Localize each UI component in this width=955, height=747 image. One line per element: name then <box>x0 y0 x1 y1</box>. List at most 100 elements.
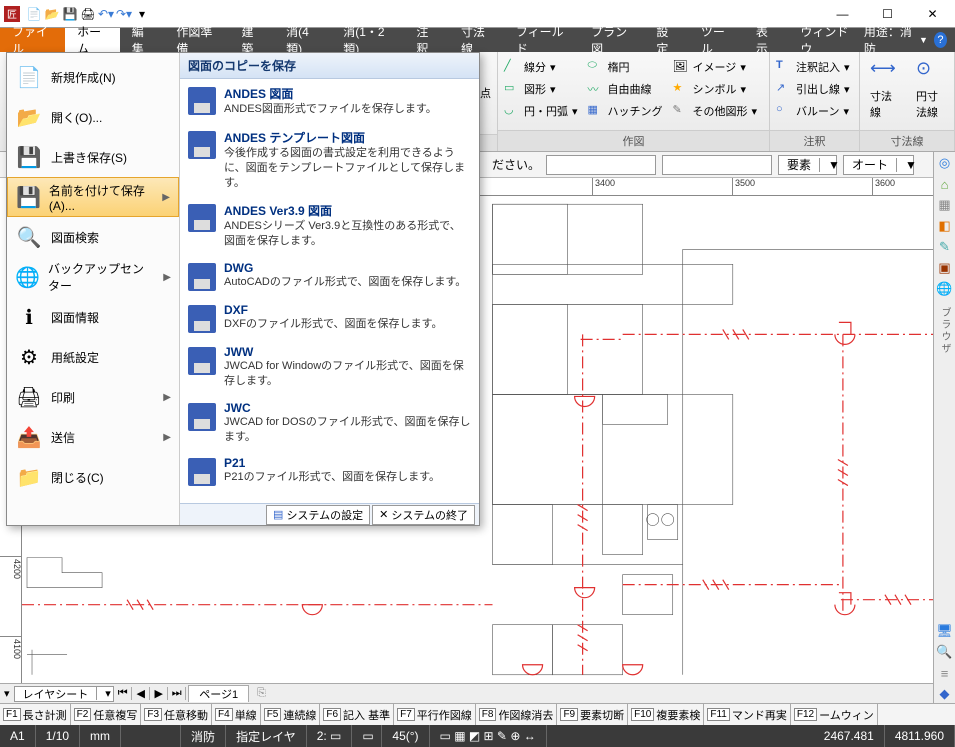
qat-print-icon[interactable]: 🖨 <box>80 6 96 22</box>
rb-icon-6[interactable]: ▣ <box>936 259 954 277</box>
tab-arch[interactable]: 建築 <box>230 28 275 52</box>
rb-line[interactable]: 線分▾ <box>504 56 578 78</box>
rb-note[interactable]: 注釈記入▾ <box>776 56 850 78</box>
input-field-2[interactable] <box>662 155 772 175</box>
save-format-7[interactable]: P21P21のファイル形式で、図面を保存します。 <box>180 450 479 492</box>
tab-plan[interactable]: プラン図 <box>579 28 644 52</box>
rb-balloon[interactable]: バルーン▾ <box>776 100 850 122</box>
help-icon[interactable]: ? <box>934 32 947 48</box>
qat-open-icon[interactable]: 📂 <box>44 6 60 22</box>
rb-icon-4[interactable]: ◧ <box>936 217 954 235</box>
rb-leader[interactable]: 引出し線▾ <box>776 78 850 100</box>
layer-sheet-combo[interactable]: レイヤシート▾ <box>14 686 115 702</box>
qat-redo-icon[interactable]: ↷▾ <box>116 6 132 22</box>
rb-symbol[interactable]: シンボル▾ <box>673 78 758 100</box>
rb-ellipse[interactable]: 楕円 <box>588 56 663 78</box>
rb-icon-1[interactable]: ◎ <box>936 154 954 172</box>
tab-tools[interactable]: ツール <box>689 28 744 52</box>
fkey-F1[interactable]: F1長さ計測 <box>0 704 71 725</box>
tab-fire12[interactable]: 消(1・2類) <box>331 28 404 52</box>
rb-icon-b4[interactable]: ◆ <box>936 685 954 703</box>
page-tab[interactable]: ページ1 <box>188 685 249 702</box>
rb-image[interactable]: イメージ▾ <box>673 56 758 78</box>
tab-home[interactable]: ホーム <box>65 28 120 52</box>
qat-save-icon[interactable]: 💾 <box>62 6 78 22</box>
tab-window[interactable]: ウィンドウ <box>788 28 863 52</box>
file-menu-item-1[interactable]: 📂開く(O)... <box>7 97 179 137</box>
status-angle: 45(°) <box>382 725 429 747</box>
sheet-nav[interactable]: ⏮◀▶⏭ <box>114 687 186 700</box>
status-icons[interactable]: ▭ ▦ ◩ ⊞ ✎ ⊕ ↔ <box>430 725 547 747</box>
fkey-F7[interactable]: F7平行作図線 <box>394 704 476 725</box>
tab-annot[interactable]: 注釈 <box>404 28 449 52</box>
rb-icon-b1[interactable]: 🖥 <box>936 622 954 640</box>
file-menu-item-0[interactable]: 📄新規作成(N) <box>7 57 179 97</box>
tab-field[interactable]: フィールド <box>504 28 579 52</box>
file-menu-item-3[interactable]: 💾名前を付けて保存(A)...▶ <box>7 177 179 217</box>
fkey-F6[interactable]: F6記入 基準 <box>320 704 394 725</box>
save-format-5[interactable]: JWWJWCAD for Windowのファイル形式で、図面を保存します。 <box>180 339 479 395</box>
tab-dim[interactable]: 寸法線 <box>449 28 504 52</box>
status-val: 2: ▭ <box>307 725 353 747</box>
save-format-0[interactable]: ANDES 図面ANDES図面形式でファイルを保存します。 <box>180 79 479 123</box>
tab-prep[interactable]: 作図準備 <box>164 28 229 52</box>
save-format-4[interactable]: DXFDXFのファイル形式で、図面を保存します。 <box>180 297 479 339</box>
rb-freecurve[interactable]: 自由曲線 <box>588 78 663 100</box>
rb-dim[interactable]: 寸法線 <box>866 56 902 122</box>
qat-more-icon[interactable]: ▾ <box>134 6 150 22</box>
system-settings-button[interactable]: ▤システムの設定 <box>266 505 370 525</box>
file-menu-item-9[interactable]: 📤送信▶ <box>7 417 179 457</box>
rb-hatch[interactable]: ハッチング <box>588 100 663 122</box>
file-menu-item-8[interactable]: 🖨印刷▶ <box>7 377 179 417</box>
rb-icon-3[interactable]: ▦ <box>936 196 954 214</box>
disk-icon <box>188 458 216 486</box>
tab-fire4[interactable]: 消(4類) <box>274 28 331 52</box>
save-format-1[interactable]: ANDES テンプレート図面今後作成する図面の書式設定を利用できるように、図面を… <box>180 123 479 197</box>
file-menu-item-7[interactable]: ⚙用紙設定 <box>7 337 179 377</box>
panel-title-draw: 作図 <box>498 130 769 151</box>
save-format-3[interactable]: DWGAutoCADのファイル形式で、図面を保存します。 <box>180 255 479 297</box>
fkey-F12[interactable]: F12ームウィン <box>791 704 878 725</box>
qat-undo-icon[interactable]: ↶▾ <box>98 6 114 22</box>
rb-icon-b2[interactable]: 🔍 <box>936 643 954 661</box>
fkey-F11[interactable]: F11マンド再実 <box>704 704 791 725</box>
fkey-F3[interactable]: F3任意移動 <box>141 704 212 725</box>
tab-settings[interactable]: 設定 <box>644 28 689 52</box>
fkey-F4[interactable]: F4単線 <box>212 704 261 725</box>
tab-view[interactable]: 表示 <box>744 28 789 52</box>
file-menu-item-6[interactable]: ℹ図面情報 <box>7 297 179 337</box>
usage-dropdown-icon[interactable]: ▼ <box>919 35 928 45</box>
rb-icon-2[interactable]: ⌂ <box>936 175 954 193</box>
rb-icon-5[interactable]: ✎ <box>936 238 954 256</box>
disk-icon <box>188 87 216 115</box>
rb-icon-7[interactable]: 🌐 <box>936 280 954 298</box>
fkey-F2[interactable]: F2任意複写 <box>71 704 142 725</box>
function-key-bar: F1長さ計測F2任意複写F3任意移動F4単線F5連続線F6記入 基準F7平行作図… <box>0 703 955 725</box>
status-layer: 指定レイヤ <box>226 725 307 747</box>
fkey-F9[interactable]: F9要素切断 <box>557 704 628 725</box>
file-menu-item-4[interactable]: 🔍図面検索 <box>7 217 179 257</box>
rb-arcdim[interactable]: 円寸法線 <box>912 56 948 122</box>
prompt-text: ださい。 <box>492 156 540 173</box>
tab-file[interactable]: ファイル <box>0 28 65 52</box>
file-menu-item-10[interactable]: 📁閉じる(C) <box>7 457 179 497</box>
tab-edit[interactable]: 編集 <box>120 28 165 52</box>
system-exit-button[interactable]: ✕システムの終了 <box>372 505 475 525</box>
fkey-F8[interactable]: F8作図線消去 <box>476 704 558 725</box>
rb-icon-b3[interactable]: ≡ <box>936 664 954 682</box>
close-button[interactable]: ✕ <box>910 0 955 28</box>
fkey-F5[interactable]: F5連続線 <box>261 704 321 725</box>
rb-rect[interactable]: 図形▾ <box>504 78 578 100</box>
file-menu-item-2[interactable]: 💾上書き保存(S) <box>7 137 179 177</box>
combo-auto[interactable]: オート▼ <box>843 155 914 175</box>
save-format-2[interactable]: ANDES Ver3.9 図面ANDESシリーズ Ver3.9と互換性のある形式… <box>180 196 479 255</box>
input-field-1[interactable] <box>546 155 656 175</box>
status-coord-x: 2467.481 <box>814 725 885 747</box>
rb-other[interactable]: その他図形▾ <box>673 100 758 122</box>
file-menu-item-5[interactable]: 🌐バックアップセンター▶ <box>7 257 179 297</box>
qat-new-icon[interactable]: 📄 <box>26 6 42 22</box>
combo-element[interactable]: 要素▼ <box>778 155 837 175</box>
save-format-6[interactable]: JWCJWCAD for DOSのファイル形式で、図面を保存します。 <box>180 395 479 451</box>
fkey-F10[interactable]: F10複要素検 <box>628 704 704 725</box>
rb-arc[interactable]: 円・円弧▾ <box>504 100 578 122</box>
